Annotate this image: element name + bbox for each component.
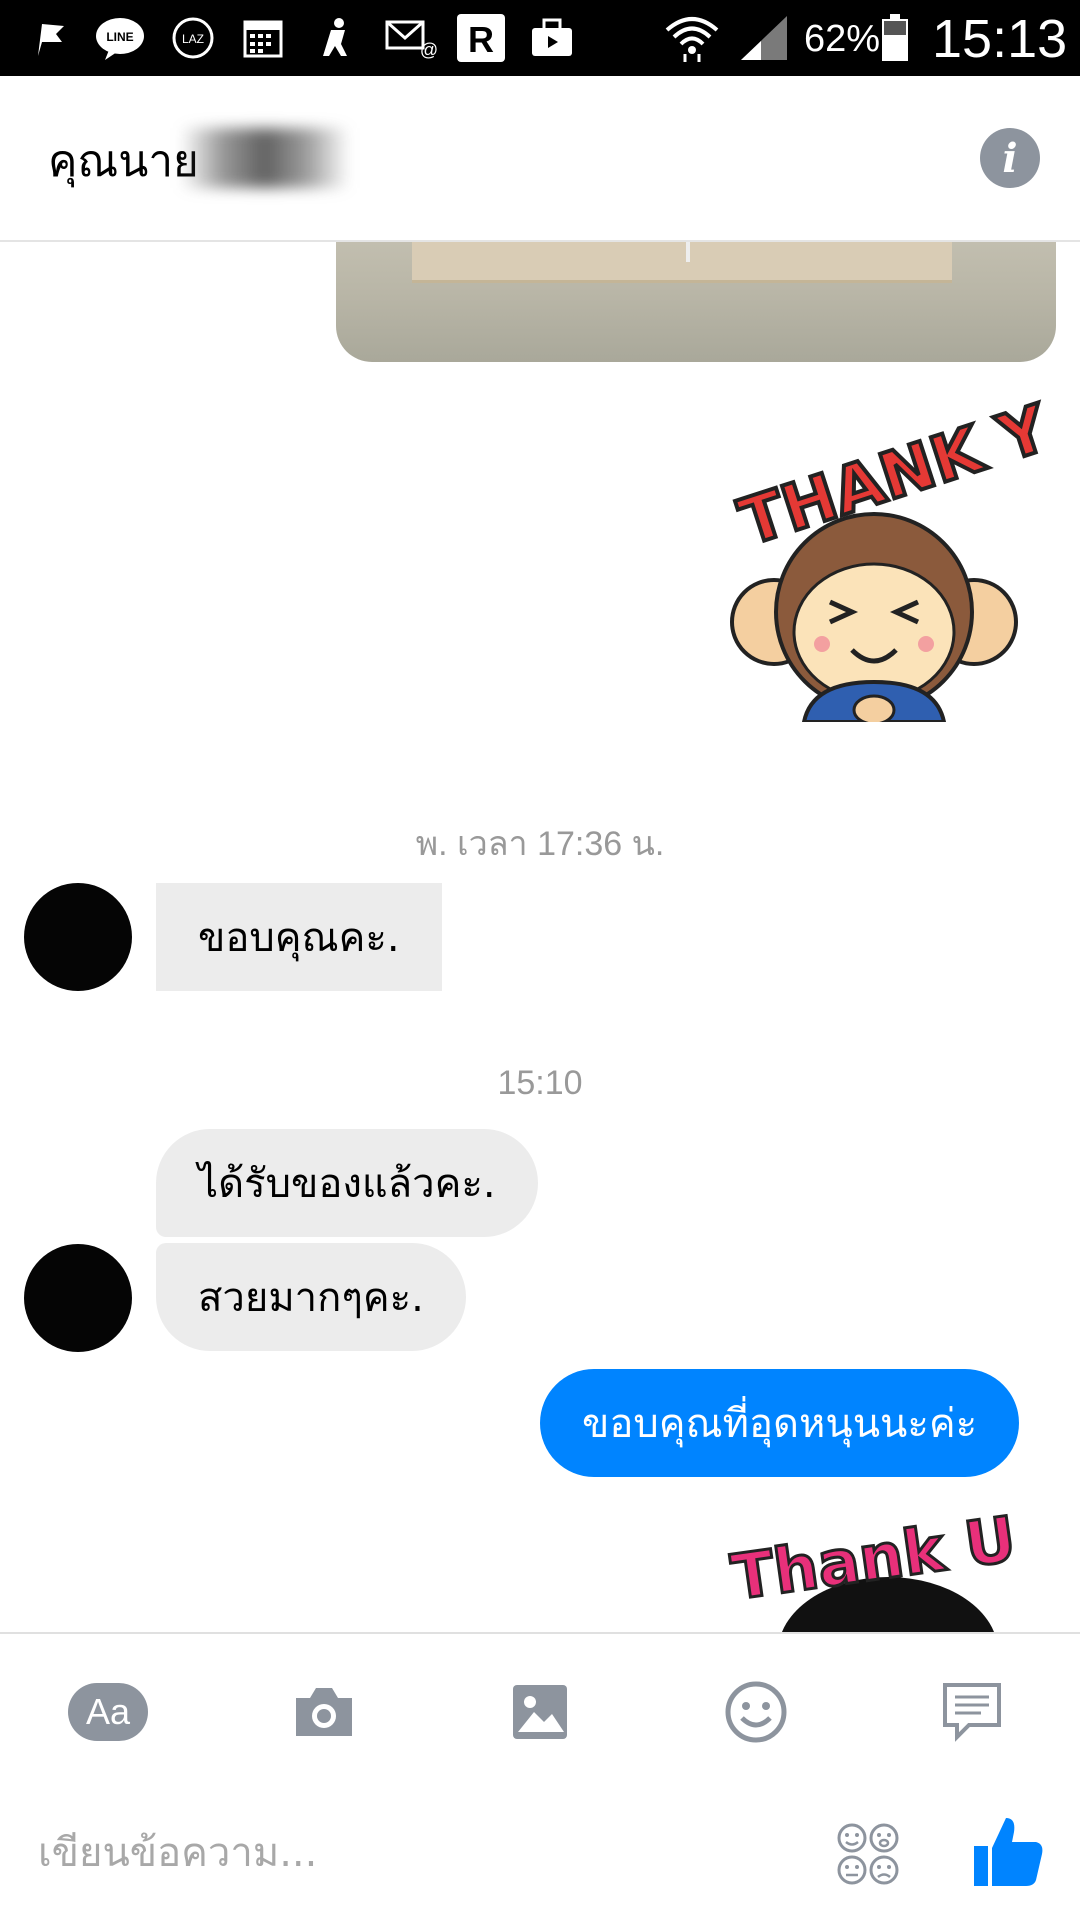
redacted-name-blur xyxy=(180,128,350,188)
thank-you-sticker[interactable]: THANK YOU xyxy=(712,358,1080,726)
outgoing-message[interactable]: ขอบคุณที่อุดหนุนนะค่ะ xyxy=(540,1369,1020,1477)
incoming-message[interactable]: สวยมากๆคะ. xyxy=(156,1243,466,1351)
timestamp: 15:10 xyxy=(497,1064,583,1102)
svg-text:LINE: LINE xyxy=(106,30,133,44)
accessibility-icon xyxy=(314,14,360,62)
email-icon: @ xyxy=(384,14,440,62)
like-thumbs-up-icon[interactable] xyxy=(970,1814,1046,1890)
conversation-header: คุณนาย i xyxy=(0,76,1080,242)
camera-icon[interactable] xyxy=(284,1672,364,1752)
status-bar: LINE LAZ @ R 62% 15:13 xyxy=(0,0,1080,76)
battery-percent: 62% xyxy=(804,18,881,60)
gallery-icon[interactable] xyxy=(500,1672,580,1752)
emoji-grid-icon[interactable] xyxy=(836,1822,900,1886)
text-mode-icon[interactable]: Aa xyxy=(68,1672,148,1752)
timestamp: พ. เวลา 17:36 น. xyxy=(415,825,665,863)
contact-avatar[interactable] xyxy=(24,1244,132,1352)
parcel-box xyxy=(412,242,952,283)
r-app-icon: R xyxy=(456,14,506,62)
calendar-icon xyxy=(240,14,286,62)
briefcase-icon xyxy=(528,14,576,62)
parcel-string xyxy=(686,242,690,262)
incoming-message[interactable]: ขอบคุณคะ. xyxy=(156,883,442,991)
info-icon[interactable]: i xyxy=(980,128,1040,188)
message-input[interactable] xyxy=(36,1812,800,1894)
text-mode-label: Aa xyxy=(68,1683,148,1741)
emoji-icon[interactable] xyxy=(716,1672,796,1752)
contact-avatar[interactable] xyxy=(24,883,132,991)
message-list[interactable]: THANK YOU พ. เวลา 17:36 น. ขอบคุณคะ. 15:… xyxy=(0,242,1080,1632)
svg-text:R: R xyxy=(468,19,494,60)
composer xyxy=(0,1780,1080,1920)
flag-icon xyxy=(28,14,72,62)
lazada-icon: LAZ xyxy=(170,14,216,62)
battery-icon xyxy=(880,14,910,62)
svg-text:@: @ xyxy=(420,40,438,60)
incoming-message[interactable]: ได้รับของแล้วคะ. xyxy=(156,1129,538,1237)
signal-icon xyxy=(738,14,790,62)
wifi-icon xyxy=(662,14,722,62)
quick-reply-icon[interactable] xyxy=(932,1672,1012,1752)
thank-u-sticker[interactable]: Thank U xyxy=(720,1501,1030,1632)
svg-text:LAZ: LAZ xyxy=(182,32,204,46)
composer-toolbar: Aa xyxy=(0,1632,1080,1782)
contact-name[interactable]: คุณนาย xyxy=(48,126,199,196)
line-icon: LINE xyxy=(94,14,146,62)
clock: 15:13 xyxy=(932,9,1068,69)
photo-message[interactable] xyxy=(336,242,1056,362)
